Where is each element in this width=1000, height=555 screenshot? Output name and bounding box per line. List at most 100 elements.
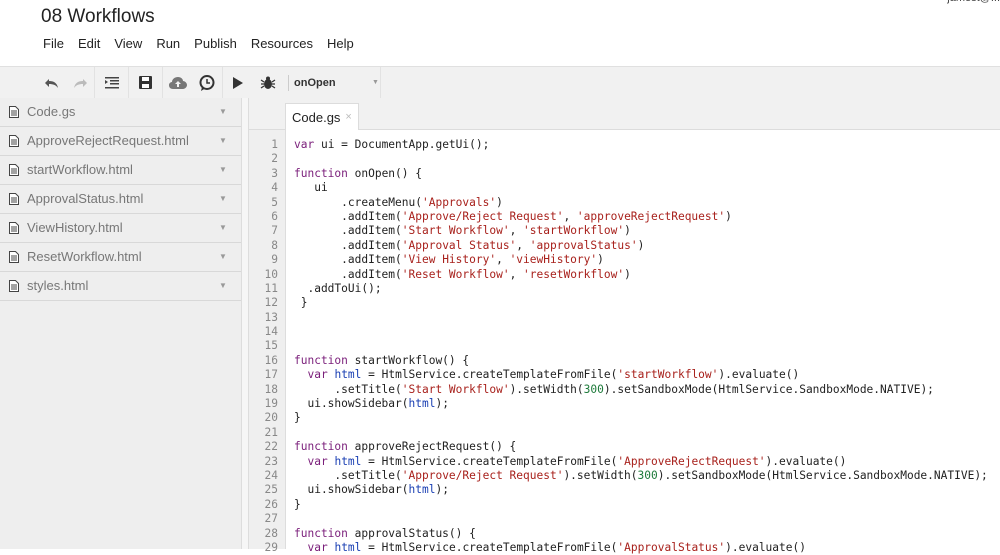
code-line[interactable]: 11 .addToUi(); bbox=[249, 282, 1000, 296]
code-line[interactable]: 20} bbox=[249, 411, 1000, 425]
keyword-token: var bbox=[307, 454, 328, 468]
file-item-startworkflow[interactable]: startWorkflow.html ▼ bbox=[0, 156, 241, 185]
code-token: .addItem( bbox=[294, 224, 402, 238]
tab-label: Code.gs bbox=[292, 109, 341, 125]
code-line[interactable]: 7 .addItem('Start Workflow', 'startWorkf… bbox=[249, 224, 1000, 238]
code-text: function startWorkflow() { bbox=[294, 354, 469, 368]
code-line[interactable]: 15 bbox=[249, 339, 1000, 353]
menu-edit[interactable]: Edit bbox=[71, 36, 107, 51]
code-line[interactable]: 1 var ui = DocumentApp.getUi(); bbox=[249, 138, 1000, 152]
code-line[interactable]: 14 bbox=[249, 325, 1000, 339]
line-number: 12 bbox=[264, 296, 278, 310]
code-token: ).setSandboxMode(HtmlService.SandboxMode… bbox=[603, 382, 934, 396]
code-line[interactable]: 21 bbox=[249, 426, 1000, 440]
code-line[interactable]: 18 .setTitle('Start Workflow').setWidth(… bbox=[249, 383, 1000, 397]
code-editor[interactable]: Code.gs × 1 var ui = DocumentApp.getUi();… bbox=[249, 98, 1000, 554]
run-button[interactable] bbox=[227, 72, 249, 94]
code-text: .addItem('Approval Status', 'approvalSta… bbox=[294, 239, 644, 253]
line-number: 2 bbox=[271, 152, 278, 166]
panel-splitter[interactable] bbox=[242, 98, 249, 549]
code-token: .addItem( bbox=[294, 238, 402, 252]
file-menu-chevron-icon[interactable]: ▼ bbox=[219, 194, 227, 203]
file-menu-chevron-icon[interactable]: ▼ bbox=[219, 281, 227, 290]
keyword-token: function bbox=[294, 353, 348, 367]
code-line[interactable]: 3 function onOpen() { bbox=[249, 167, 1000, 181]
file-menu-chevron-icon[interactable]: ▼ bbox=[219, 107, 227, 116]
code-token: .addItem( bbox=[294, 209, 402, 223]
string-token: 'ApproveRejectRequest' bbox=[617, 454, 766, 468]
line-number: 26 bbox=[264, 497, 278, 511]
code-line[interactable]: 23 var html = HtmlService.createTemplate… bbox=[249, 455, 1000, 469]
menu-view[interactable]: View bbox=[107, 36, 149, 51]
file-menu-chevron-icon[interactable]: ▼ bbox=[219, 223, 227, 232]
string-token: 'resetWorkflow' bbox=[523, 267, 625, 281]
code-line[interactable]: 28 function approvalStatus() { bbox=[249, 527, 1000, 541]
code-line[interactable]: 2 bbox=[249, 152, 1000, 166]
line-number: 17 bbox=[264, 368, 278, 382]
file-item-approvalstatus[interactable]: ApprovalStatus.html ▼ bbox=[0, 185, 241, 214]
redo-button[interactable] bbox=[70, 72, 90, 94]
code-token: .setTitle( bbox=[294, 382, 402, 396]
line-number: 28 bbox=[264, 526, 278, 540]
tab-code-gs[interactable]: Code.gs × bbox=[285, 103, 359, 130]
function-select[interactable]: onOpen ▼ bbox=[294, 77, 379, 89]
run-icon bbox=[233, 76, 243, 89]
file-menu-chevron-icon[interactable]: ▼ bbox=[219, 252, 227, 261]
code-lines[interactable]: 1 var ui = DocumentApp.getUi(); 2 3 function… bbox=[249, 138, 1000, 555]
code-line[interactable]: 26} bbox=[249, 498, 1000, 512]
run-group: onOpen ▼ bbox=[223, 67, 381, 98]
indent-button[interactable] bbox=[101, 72, 123, 94]
code-line[interactable]: 17 var html = HtmlService.createTemplate… bbox=[249, 368, 1000, 382]
menu-help[interactable]: Help bbox=[320, 36, 361, 51]
code-line[interactable]: 16 function startWorkflow() { bbox=[249, 354, 1000, 368]
file-item-viewhistory[interactable]: ViewHistory.html ▼ bbox=[0, 214, 241, 243]
code-line[interactable]: 27 bbox=[249, 512, 1000, 526]
code-token: ).setSandboxMode(HtmlService.SandboxMode… bbox=[657, 468, 988, 482]
code-line[interactable]: 9 .addItem('View History', 'viewHistory'… bbox=[249, 253, 1000, 267]
code-token: , bbox=[509, 224, 524, 238]
save-button[interactable] bbox=[135, 72, 157, 94]
code-line[interactable]: 4 ui bbox=[249, 181, 1000, 195]
undo-button[interactable] bbox=[42, 72, 62, 94]
code-line[interactable]: 29 var html = HtmlService.createTemplate… bbox=[249, 541, 1000, 555]
code-token: , bbox=[509, 267, 524, 281]
menu-file[interactable]: File bbox=[36, 36, 71, 51]
code-text: .addItem('View History', 'viewHistory') bbox=[294, 253, 604, 267]
close-icon[interactable]: × bbox=[345, 111, 351, 123]
menu-resources[interactable]: Resources bbox=[244, 36, 320, 51]
file-item-styles[interactable]: styles.html ▼ bbox=[0, 272, 241, 301]
user-account[interactable]: jamest@... bbox=[947, 0, 1000, 4]
triggers-button[interactable] bbox=[197, 72, 219, 94]
code-line[interactable]: 13 bbox=[249, 311, 1000, 325]
code-line[interactable]: 25 ui.showSidebar(html); bbox=[249, 483, 1000, 497]
code-line[interactable]: 22 function approveRejectRequest() { bbox=[249, 440, 1000, 454]
deploy-button[interactable] bbox=[167, 72, 189, 94]
menu-publish[interactable]: Publish bbox=[187, 36, 244, 51]
code-token: ).evaluate() bbox=[725, 540, 806, 554]
code-line[interactable]: 24 .setTitle('Approve/Reject Request').s… bbox=[249, 469, 1000, 483]
file-menu-chevron-icon[interactable]: ▼ bbox=[219, 136, 227, 145]
code-line[interactable]: 12 } bbox=[249, 296, 1000, 310]
debug-bug-icon bbox=[260, 76, 276, 89]
code-line[interactable]: 8 .addItem('Approval Status', 'approvalS… bbox=[249, 239, 1000, 253]
code-token: startWorkflow() { bbox=[347, 353, 470, 367]
deploy-cloud-icon bbox=[168, 76, 187, 89]
code-line[interactable]: 10 .addItem('Reset Workflow', 'resetWork… bbox=[249, 268, 1000, 282]
file-item-code-gs[interactable]: Code.gs ▼ bbox=[0, 98, 241, 127]
code-line[interactable]: 5 .createMenu('Approvals') bbox=[249, 196, 1000, 210]
debug-button[interactable] bbox=[257, 72, 279, 94]
code-line[interactable]: 6 .addItem('Approve/Reject Request', 'ap… bbox=[249, 210, 1000, 224]
triggers-clock-icon bbox=[199, 74, 215, 91]
file-item-approverejectrequest[interactable]: ApproveRejectRequest.html ▼ bbox=[0, 127, 241, 156]
code-line[interactable]: 19 ui.showSidebar(html); bbox=[249, 397, 1000, 411]
line-number: 14 bbox=[264, 325, 278, 339]
menu-run[interactable]: Run bbox=[149, 36, 187, 51]
project-title[interactable]: 08 Workflows bbox=[41, 6, 155, 28]
line-number: 8 bbox=[271, 238, 278, 252]
code-token: ); bbox=[435, 483, 449, 497]
file-menu-chevron-icon[interactable]: ▼ bbox=[219, 165, 227, 174]
file-item-resetworkflow[interactable]: ResetWorkflow.html ▼ bbox=[0, 243, 241, 272]
save-icon bbox=[139, 76, 152, 89]
